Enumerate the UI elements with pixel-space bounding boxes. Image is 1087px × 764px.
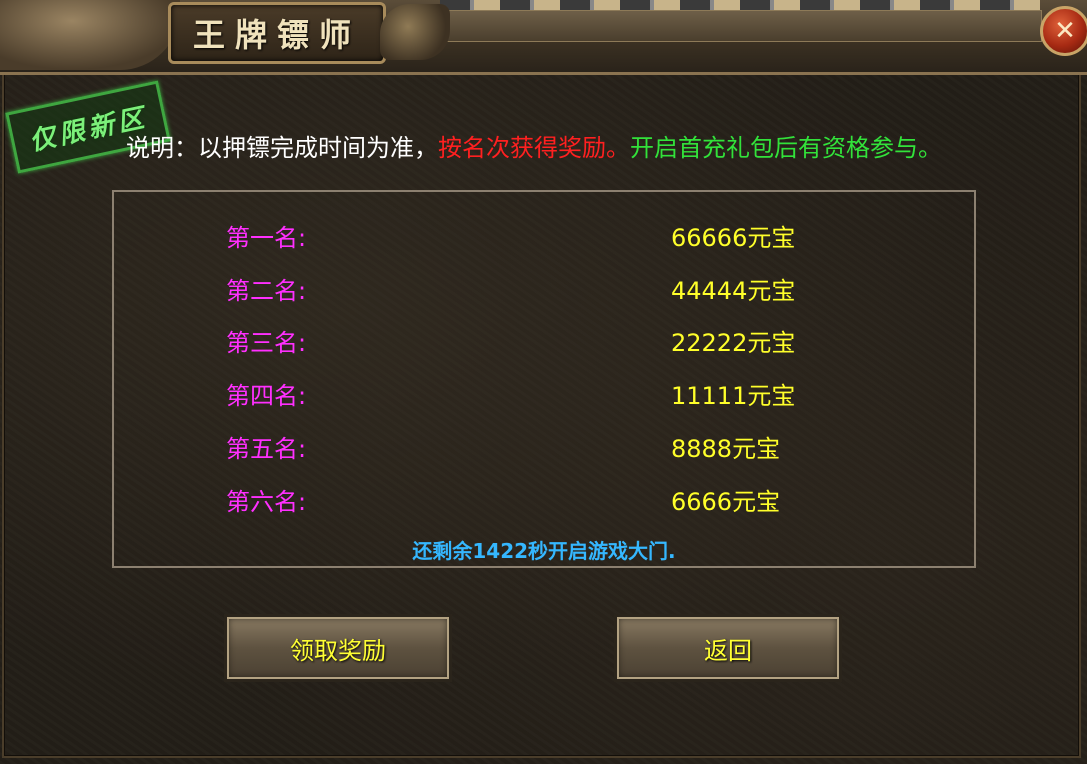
rank-label: 第二名: — [226, 277, 307, 305]
back-button[interactable]: 返回 — [614, 614, 842, 682]
reward-row: 第六名: 6666元宝 — [114, 482, 974, 522]
title-bar: 王牌镖师 — [0, 0, 1087, 75]
claim-reward-button[interactable]: 领取奖励 — [224, 614, 452, 682]
title-plate: 王牌镖师 — [168, 2, 386, 64]
description: 说明：以押镖完成时间为准，按名次获得奖励。开启首充礼包后有资格参与。 — [126, 130, 942, 166]
description-eligibility: 开启首充礼包后有资格参与。 — [630, 134, 942, 162]
reward-table: 第一名: 66666元宝 第二名: 44444元宝 第三名: 22222元宝 第… — [112, 190, 976, 568]
reward-value: 8888元宝 — [671, 435, 781, 463]
close-icon: ✕ — [1054, 16, 1076, 46]
rank-label: 第六名: — [226, 488, 307, 516]
dialog-panel: 王牌镖师 ✕ 仅限新区 说明：以押镖完成时间为准，按名次获得奖励。开启首充礼包后… — [0, 0, 1087, 764]
rank-label: 第一名: — [226, 224, 307, 252]
reward-row: 第一名: 66666元宝 — [114, 218, 974, 258]
reward-row: 第二名: 44444元宝 — [114, 271, 974, 311]
rank-label: 第三名: — [226, 329, 307, 357]
reward-row: 第三名: 22222元宝 — [114, 323, 974, 363]
claim-reward-label: 领取奖励 — [290, 636, 386, 665]
title-bar-strip — [430, 10, 1042, 42]
close-button[interactable]: ✕ — [1040, 6, 1087, 56]
left-ornament — [0, 0, 180, 70]
description-reward-rule: 按名次获得奖励。 — [438, 134, 630, 162]
description-prefix: 说明：以押镖完成时间为准， — [126, 134, 438, 162]
back-label: 返回 — [704, 636, 752, 665]
reward-value: 6666元宝 — [671, 488, 781, 516]
reward-value: 11111元宝 — [671, 382, 796, 410]
reward-value: 66666元宝 — [671, 224, 796, 252]
reward-row: 第四名: 11111元宝 — [114, 376, 974, 416]
reward-value: 44444元宝 — [671, 277, 796, 305]
background-scene-strip — [440, 0, 1040, 10]
rank-label: 第五名: — [226, 435, 307, 463]
title-ornament — [380, 4, 450, 60]
window-title: 王牌镖师 — [192, 16, 361, 54]
rank-label: 第四名: — [226, 382, 307, 410]
countdown-text: 还剩余1422秒开启游戏大门. — [412, 539, 676, 563]
reward-row: 第五名: 8888元宝 — [114, 429, 974, 469]
reward-value: 22222元宝 — [671, 329, 796, 357]
